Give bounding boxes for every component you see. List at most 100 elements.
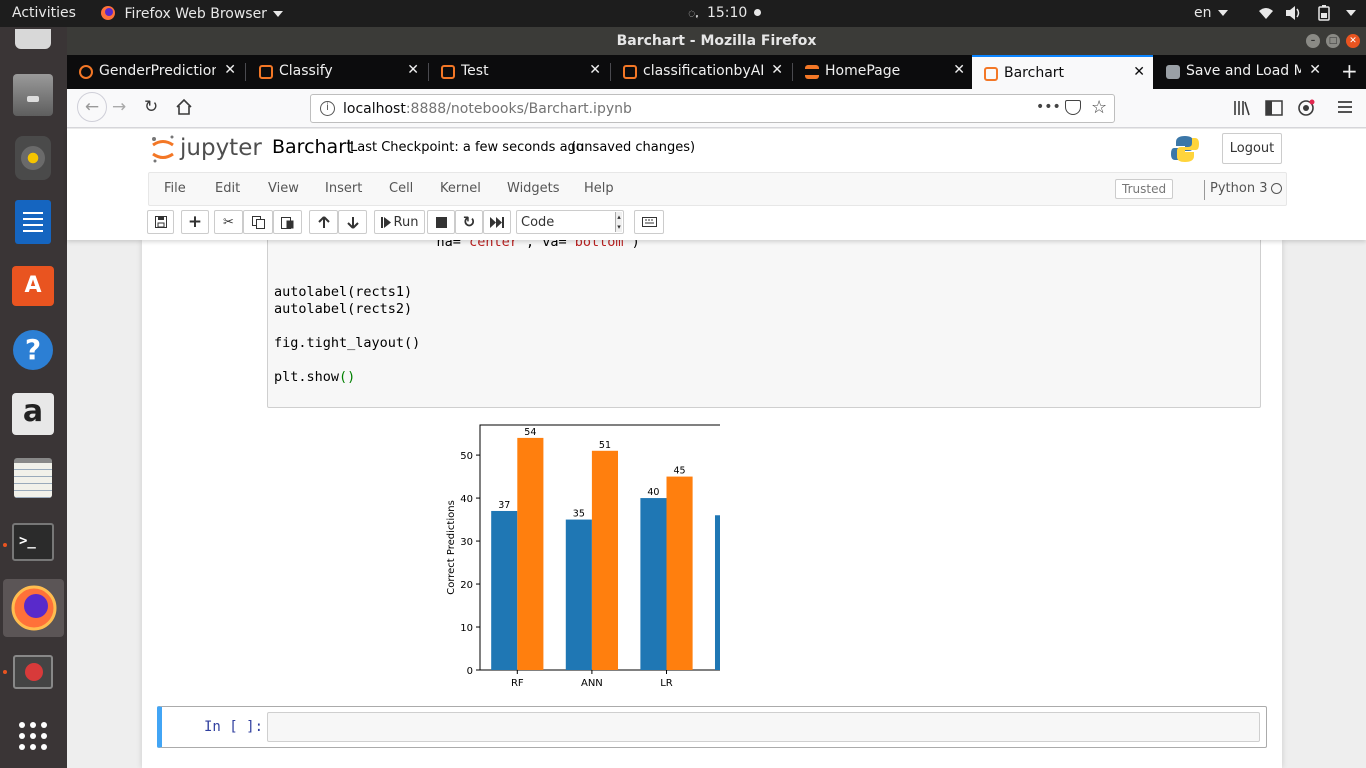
dock-writer[interactable] bbox=[10, 199, 56, 245]
file-cabinet-icon bbox=[13, 74, 53, 116]
url-text: localhost:8888/notebooks/Barchart.ipynb bbox=[343, 101, 632, 117]
pocket-icon[interactable] bbox=[1065, 100, 1081, 115]
menu-file[interactable]: File bbox=[164, 181, 186, 196]
tab-label: GenderPrediction bbox=[99, 63, 216, 79]
tab-label: Save and Load Ma bbox=[1186, 63, 1301, 79]
interrupt-button[interactable] bbox=[427, 210, 455, 234]
cut-button[interactable]: ✂ bbox=[214, 210, 243, 234]
language-indicator[interactable]: en bbox=[1194, 5, 1228, 21]
cell-type-select[interactable]: Code ▴ ▾ bbox=[516, 210, 624, 234]
app-menu[interactable]: Firefox Web Browser bbox=[100, 5, 283, 22]
maximize-button[interactable]: □ bbox=[1326, 34, 1340, 48]
bar-male-lr bbox=[640, 498, 667, 670]
close-tab-icon[interactable]: ✕ bbox=[1309, 62, 1321, 78]
insert-cell-button[interactable]: + bbox=[181, 210, 209, 234]
code-cell-input[interactable]: ha='center', va='bottom') autolabel(rect… bbox=[267, 240, 1261, 408]
notebook-page: ha='center', va='bottom') autolabel(rect… bbox=[142, 240, 1282, 768]
tab-test[interactable]: Test ✕ bbox=[429, 55, 609, 89]
paste-button[interactable] bbox=[273, 210, 302, 234]
dock-amazon[interactable]: a bbox=[10, 391, 56, 437]
cell-input[interactable] bbox=[267, 712, 1260, 742]
move-up-button[interactable] bbox=[309, 210, 338, 234]
command-palette-button[interactable] bbox=[634, 210, 664, 234]
dock-firefox[interactable] bbox=[3, 579, 64, 637]
menu-edit[interactable]: Edit bbox=[215, 181, 240, 196]
activities-button[interactable]: Activities bbox=[12, 5, 76, 21]
page-actions-icon[interactable]: ••• bbox=[1036, 99, 1061, 115]
close-tab-icon[interactable]: ✕ bbox=[589, 62, 601, 78]
clock[interactable]: ꩻ 15:10 bbox=[688, 5, 761, 23]
chevron-down-icon bbox=[1346, 10, 1356, 16]
tab-save-and-load[interactable]: Save and Load Ma ✕ bbox=[1154, 55, 1329, 89]
minimize-icon: – bbox=[1310, 36, 1316, 46]
y-tick-label: 40 bbox=[460, 494, 473, 505]
tab-genderprediction[interactable]: GenderPrediction ✕ bbox=[67, 55, 244, 89]
language-label: en bbox=[1194, 5, 1212, 21]
copy-button[interactable] bbox=[243, 210, 273, 234]
empty-code-cell[interactable]: In [ ]: bbox=[157, 706, 1267, 748]
close-tab-icon[interactable]: ✕ bbox=[1133, 64, 1145, 80]
system-menu[interactable] bbox=[1340, 5, 1356, 21]
battery-icon[interactable] bbox=[1316, 5, 1332, 25]
firefox-icon bbox=[101, 6, 115, 20]
save-button[interactable] bbox=[147, 210, 174, 234]
code-string: 'center' bbox=[460, 240, 526, 250]
back-button[interactable]: ← bbox=[77, 92, 107, 122]
dock-files-partial[interactable] bbox=[10, 27, 56, 51]
copy-icon bbox=[251, 215, 265, 229]
y-tick-label: 30 bbox=[460, 537, 473, 548]
tab-barchart[interactable]: Barchart ✕ bbox=[972, 55, 1153, 89]
bar-male-ann bbox=[565, 519, 592, 670]
code-line: autolabel(rects2) bbox=[274, 301, 413, 317]
menu-kernel[interactable]: Kernel bbox=[440, 181, 481, 196]
notification-dot-icon bbox=[753, 9, 761, 16]
dock-rhythmbox[interactable] bbox=[10, 135, 56, 181]
tab-homepage[interactable]: HomePage ✕ bbox=[793, 55, 973, 89]
sidebar-button[interactable] bbox=[1265, 99, 1283, 122]
close-tab-icon[interactable]: ✕ bbox=[224, 62, 236, 78]
close-window-button[interactable]: ✕ bbox=[1346, 34, 1360, 48]
reload-button[interactable]: ↻ bbox=[144, 97, 158, 117]
tab-classify[interactable]: Classify ✕ bbox=[247, 55, 427, 89]
notebook-name[interactable]: Barchart bbox=[272, 136, 353, 158]
close-tab-icon[interactable]: ✕ bbox=[771, 62, 783, 78]
trusted-indicator[interactable]: Trusted bbox=[1115, 179, 1174, 199]
shopping-bag-icon: A bbox=[12, 266, 54, 306]
dock-terminal[interactable]: >_ bbox=[10, 519, 56, 565]
dock-help[interactable]: ? bbox=[10, 327, 56, 373]
menu-cell[interactable]: Cell bbox=[389, 181, 413, 196]
dock-files[interactable] bbox=[10, 72, 56, 118]
menu-view[interactable]: View bbox=[268, 181, 299, 196]
input-prompt: In [ ]: bbox=[204, 719, 264, 735]
menu-button[interactable] bbox=[1337, 99, 1353, 120]
show-applications-button[interactable] bbox=[10, 713, 56, 759]
home-button[interactable] bbox=[175, 98, 193, 121]
close-tab-icon[interactable]: ✕ bbox=[407, 62, 419, 78]
move-down-button[interactable] bbox=[338, 210, 367, 234]
close-tab-icon[interactable]: ✕ bbox=[953, 62, 965, 78]
drawer-handle bbox=[27, 96, 39, 102]
menu-widgets[interactable]: Widgets bbox=[507, 181, 560, 196]
wifi-icon[interactable] bbox=[1258, 5, 1274, 25]
y-tick-label: 0 bbox=[467, 666, 473, 677]
library-button[interactable] bbox=[1233, 99, 1251, 122]
minimize-button[interactable]: – bbox=[1306, 34, 1320, 48]
menu-insert[interactable]: Insert bbox=[325, 181, 362, 196]
forward-button[interactable]: → bbox=[112, 97, 126, 117]
x-tick-label: ANN bbox=[581, 678, 603, 689]
run-button[interactable]: Run bbox=[374, 210, 425, 234]
extension-button[interactable] bbox=[1297, 99, 1315, 122]
dock-software[interactable]: A bbox=[10, 263, 56, 309]
new-tab-button[interactable]: + bbox=[1330, 55, 1366, 89]
tab-classificationbyai[interactable]: classificationbyAI ✕ bbox=[611, 55, 791, 89]
restart-run-all-button[interactable] bbox=[483, 210, 511, 234]
dock-blocked-app[interactable] bbox=[10, 649, 56, 695]
menu-help[interactable]: Help bbox=[584, 181, 614, 196]
dock-text-editor[interactable] bbox=[10, 455, 56, 501]
volume-icon[interactable] bbox=[1285, 5, 1303, 25]
logout-button[interactable]: Logout bbox=[1222, 133, 1282, 164]
url-bar[interactable]: i localhost:8888/notebooks/Barchart.ipyn… bbox=[310, 94, 1115, 123]
kernel-idle-icon bbox=[1271, 183, 1282, 194]
restart-button[interactable]: ↻ bbox=[455, 210, 483, 234]
bookmark-star-icon[interactable]: ☆ bbox=[1091, 97, 1107, 118]
